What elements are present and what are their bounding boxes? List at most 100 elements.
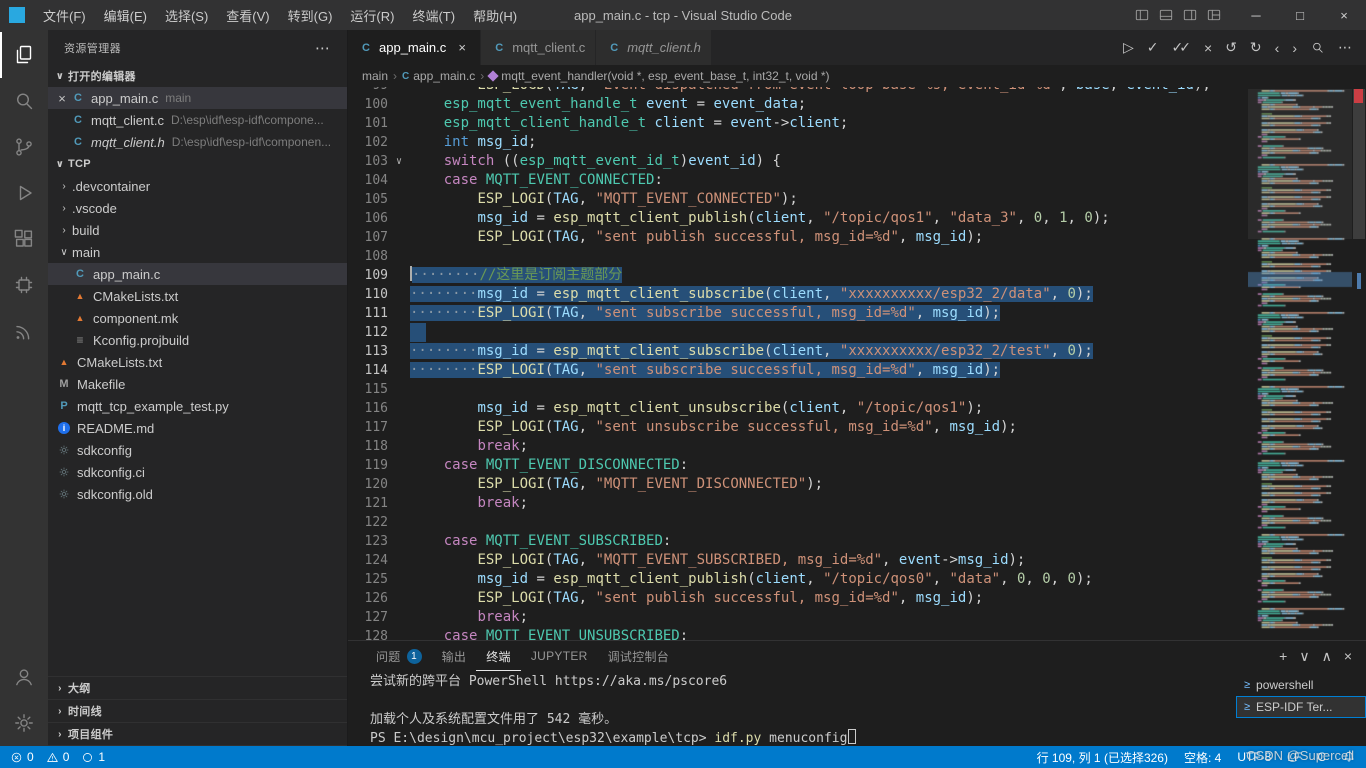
terminal-tab-esp-idf-ter[interactable]: ≥ ESP-IDF Ter...	[1236, 696, 1366, 718]
menu-item-f[interactable]: 文件(F)	[34, 0, 95, 30]
tree-item-sdkconfig-old[interactable]: sdkconfig.old	[48, 483, 347, 505]
code-line[interactable]: 126 ESP_LOGI(TAG, "sent publish successf…	[348, 589, 1236, 608]
redo-icon[interactable]: ↻	[1250, 39, 1262, 56]
tree-item-sdkconfig[interactable]: sdkconfig	[48, 439, 347, 461]
activity-accounts[interactable]	[0, 654, 48, 700]
run-icon[interactable]: ▷	[1123, 39, 1134, 56]
section-[interactable]: › 时间线	[48, 700, 347, 723]
layout-grid-icon[interactable]	[1204, 5, 1224, 25]
overview-ruler[interactable]	[1352, 87, 1366, 640]
code-line[interactable]: 110 ········msg_id = esp_mqtt_client_subs…	[348, 285, 1236, 304]
code-line[interactable]: 100 esp_mqtt_event_handle_t event = even…	[348, 95, 1236, 114]
code-line[interactable]: 125 msg_id = esp_mqtt_client_publish(cli…	[348, 570, 1236, 589]
activity-explorer[interactable]	[0, 32, 48, 78]
maximize-button[interactable]: □	[1278, 0, 1322, 30]
tab-app-main-c[interactable]: Capp_main.c ×	[348, 30, 482, 65]
tab-mqtt-client-h[interactable]: Cmqtt_client.h	[596, 30, 712, 65]
code-line[interactable]: 115	[348, 380, 1236, 399]
code-editor[interactable]: 99 ESP_LOGD(TAG, "Event dispatched from …	[348, 87, 1366, 640]
close-icon[interactable]: ×	[54, 91, 70, 106]
tree-item-build[interactable]: › build	[48, 219, 347, 241]
prev-icon[interactable]: ‹	[1275, 40, 1280, 56]
section-[interactable]: › 项目组件	[48, 723, 347, 746]
menu-item-h[interactable]: 帮助(H)	[464, 0, 526, 30]
tree-item-kconfig-projbuild[interactable]: ≡ Kconfig.projbuild	[48, 329, 347, 351]
scrollbar-slider[interactable]	[1353, 89, 1365, 239]
status-error-icon[interactable]: 0	[10, 750, 34, 764]
code-line[interactable]: 105 ESP_LOGI(TAG, "MQTT_EVENT_CONNECTED"…	[348, 190, 1236, 209]
close-button[interactable]: ×	[1322, 0, 1366, 30]
layout-left-icon[interactable]	[1132, 5, 1152, 25]
code-line[interactable]: 107 ESP_LOGI(TAG, "sent publish successf…	[348, 228, 1236, 247]
close-icon[interactable]: ×	[1344, 648, 1352, 664]
status-warning-icon[interactable]: 0	[46, 750, 69, 764]
chevron-down-icon[interactable]: ∨	[1299, 648, 1309, 665]
activity-extensions[interactable]	[0, 216, 48, 262]
menu-item-e[interactable]: 编辑(E)	[95, 0, 156, 30]
tree-item-cmakelists-txt[interactable]: ▲ CMakeLists.txt	[48, 351, 347, 373]
activity-esp-idf-explorer[interactable]	[0, 262, 48, 308]
code-line[interactable]: 116 msg_id = esp_mqtt_client_unsubscribe…	[348, 399, 1236, 418]
tree-item-main[interactable]: ∨ main	[48, 241, 347, 263]
code-line[interactable]: 118 break;	[348, 437, 1236, 456]
more-actions-icon[interactable]: ⋯	[315, 39, 331, 57]
language-mode[interactable]: C	[1317, 750, 1326, 764]
code-line[interactable]: 102 int msg_id;	[348, 133, 1236, 152]
code-line[interactable]: 112	[348, 323, 1236, 342]
panel-tab-[interactable]: 终端	[476, 641, 521, 671]
code-line[interactable]: 128 case MQTT_EVENT_UNSUBSCRIBED:	[348, 627, 1236, 640]
new-terminal-icon[interactable]: +	[1279, 648, 1287, 664]
chevron-up-icon[interactable]: ∧	[1322, 648, 1332, 665]
code-line[interactable]: 120 ESP_LOGI(TAG, "MQTT_EVENT_DISCONNECT…	[348, 475, 1236, 494]
menu-item-t[interactable]: 终端(T)	[403, 0, 464, 30]
code-line[interactable]: 119 case MQTT_EVENT_DISCONNECTED:	[348, 456, 1236, 475]
code-line[interactable]: 101 esp_mqtt_client_handle_t client = ev…	[348, 114, 1236, 133]
menu-item-g[interactable]: 转到(G)	[279, 0, 342, 30]
open-editor-mqtt-client-c[interactable]: ×Cmqtt_client.cD:\esp\idf\esp-idf\compon…	[48, 109, 347, 131]
code-line[interactable]: 127 break;	[348, 608, 1236, 627]
code-line[interactable]: 106 msg_id = esp_mqtt_client_publish(cli…	[348, 209, 1236, 228]
code-line[interactable]: 103 ∨ switch ((esp_mqtt_event_id_t)event_…	[348, 152, 1236, 171]
tab-mqtt-client-c[interactable]: Cmqtt_client.c	[481, 30, 597, 65]
terminal-tab-powershell[interactable]: ≥ powershell	[1236, 674, 1366, 696]
undo-icon[interactable]: ↺	[1225, 39, 1237, 56]
menu-item-r[interactable]: 运行(R)	[341, 0, 403, 30]
panel-tab-[interactable]: 问题 1	[366, 641, 432, 671]
workspace-header[interactable]: ∨ TCP	[48, 153, 347, 175]
code-line[interactable]: 109 ········//这里是订阅主题部分	[348, 266, 1236, 285]
tree-item-devcontainer[interactable]: › .devcontainer	[48, 175, 347, 197]
fold-icon[interactable]: ∨	[388, 152, 410, 171]
indentation[interactable]: 空格: 4	[1184, 749, 1221, 766]
code-line[interactable]: 113 ········msg_id = esp_mqtt_client_subs…	[348, 342, 1236, 361]
code-line[interactable]: 108	[348, 247, 1236, 266]
activity-run-and-debug[interactable]	[0, 170, 48, 216]
tree-item-cmakelists-txt[interactable]: ▲ CMakeLists.txt	[48, 285, 347, 307]
status-circle-icon[interactable]: 1	[81, 750, 105, 764]
close-icon[interactable]: ×	[454, 40, 470, 55]
check-icon[interactable]: ✓	[1147, 39, 1159, 56]
cursor-position[interactable]: 行 109, 列 1 (已选择326)	[1037, 749, 1168, 766]
activity-espressif[interactable]	[0, 308, 48, 354]
encoding[interactable]: UTF-8	[1237, 750, 1271, 764]
breadcrumb-item-mqtt-event-handler-v[interactable]: mqtt_event_handler(void *, esp_event_bas…	[487, 69, 830, 83]
tree-item-app-main-c[interactable]: Capp_main.c	[48, 263, 347, 285]
tree-item-makefile[interactable]: M Makefile	[48, 373, 347, 395]
open-editor-mqtt-client-h[interactable]: ×Cmqtt_client.hD:\esp\idf\esp-idf\compon…	[48, 131, 347, 153]
code-line[interactable]: 122	[348, 513, 1236, 532]
code-line[interactable]: 104 case MQTT_EVENT_CONNECTED:	[348, 171, 1236, 190]
section-[interactable]: › 大纲	[48, 677, 347, 700]
breadcrumb-item-main[interactable]: main	[362, 69, 388, 83]
code-line[interactable]: 123 case MQTT_EVENT_SUBSCRIBED:	[348, 532, 1236, 551]
open-editor-app-main-c[interactable]: × Capp_main.c main	[48, 87, 347, 109]
panel-tab-jupyter[interactable]: JUPYTER	[521, 641, 598, 671]
code-line[interactable]: 114 ········ESP_LOGI(TAG, "sent subscribe…	[348, 361, 1236, 380]
search-icon[interactable]	[1310, 40, 1325, 55]
tree-item-readme-md[interactable]: i README.md	[48, 417, 347, 439]
menu-item-v[interactable]: 查看(V)	[217, 0, 278, 30]
panel-tab-[interactable]: 调试控制台	[598, 641, 680, 671]
code-line[interactable]: 99 ESP_LOGD(TAG, "Event dispatched from …	[348, 87, 1236, 95]
code-line[interactable]: 117 ESP_LOGI(TAG, "sent unsubscribe succ…	[348, 418, 1236, 437]
tree-item-sdkconfig-ci[interactable]: sdkconfig.ci	[48, 461, 347, 483]
terminal-output[interactable]: 尝试新的跨平台 PowerShell https://aka.ms/pscore…	[348, 671, 1236, 746]
check-all-icon[interactable]: ✓✓	[1172, 39, 1192, 56]
